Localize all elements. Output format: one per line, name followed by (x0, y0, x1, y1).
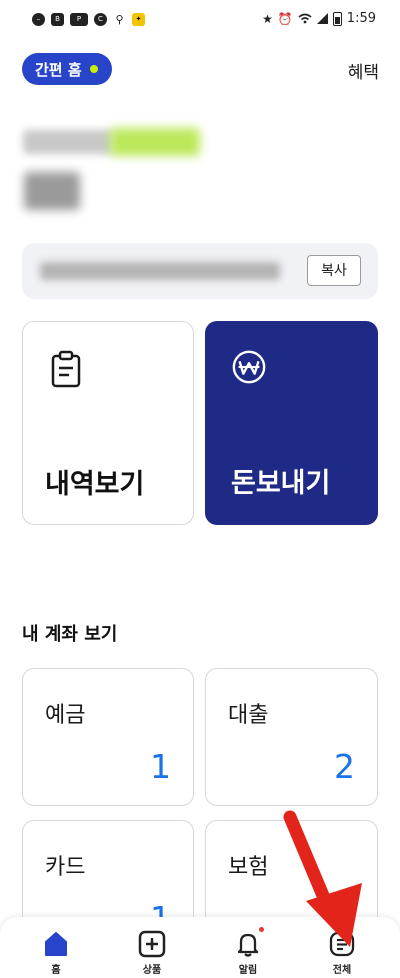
deposit-card[interactable]: 예금 1 (22, 668, 194, 806)
won-coin-icon (232, 350, 266, 384)
nav-home-label: 홈 (51, 965, 61, 976)
send-money-card[interactable]: 돈보내기 (205, 321, 378, 525)
bike-icon: ⚲ (115, 13, 124, 26)
minus-circle-icon: – (32, 13, 45, 26)
send-money-label: 돈보내기 (231, 468, 331, 499)
easy-home-mode-button[interactable]: 간편 홈 (22, 53, 112, 85)
home-icon (45, 932, 67, 956)
loan-label: 대출 (228, 703, 269, 728)
insurance-label: 보험 (228, 855, 269, 880)
nav-home[interactable]: 홈 (26, 917, 86, 978)
red-arrow-annotation (283, 810, 362, 947)
card-label: 카드 (45, 855, 86, 880)
yellow-app-icon: ✦ (132, 13, 145, 26)
battery-icon (332, 11, 342, 26)
nav-products-label: 상품 (142, 965, 162, 976)
status-time: 1:59 (346, 11, 376, 26)
c-icon: C (94, 13, 107, 26)
benefit-link[interactable]: 혜택 (348, 58, 379, 83)
wifi-icon (298, 13, 312, 24)
alarm-icon: ⏰ (277, 11, 293, 26)
nav-notifications-label: 알림 (238, 965, 258, 976)
nav-products[interactable]: 상품 (122, 917, 182, 978)
status-icons-right: ★ ⏰ 1:59 (262, 11, 376, 26)
mode-label: 간편 홈 (35, 60, 82, 79)
account-number-box: 복사 (22, 243, 378, 299)
loan-card[interactable]: 대출 2 (205, 668, 378, 806)
history-card[interactable]: 내역보기 (22, 321, 194, 525)
blurred-balance (24, 172, 80, 210)
plus-square-icon (138, 930, 166, 958)
copy-button[interactable]: 복사 (307, 255, 361, 286)
bell-icon (237, 933, 259, 957)
nav-all-menu-label: 전체 (332, 965, 352, 976)
blurred-account-name (23, 130, 113, 154)
loan-count: 2 (334, 747, 355, 786)
deposit-label: 예금 (45, 703, 86, 728)
deposit-count: 1 (150, 747, 171, 786)
clipboard-icon (51, 350, 81, 388)
blurred-account-highlight (110, 128, 200, 156)
pass-icon: P (70, 13, 88, 26)
signal-icon (316, 13, 328, 24)
status-icons-left: – B P C ⚲ ✦ (32, 13, 145, 26)
nav-notifications[interactable]: 알림 (218, 917, 278, 978)
blurred-account-number (40, 262, 280, 280)
notification-dot (259, 927, 264, 932)
my-accounts-title: 내 계좌 보기 (22, 624, 118, 645)
status-bar: – B P C ⚲ ✦ ★ ⏰ 1:59 (0, 0, 400, 40)
b-icon: B (51, 13, 64, 26)
mode-indicator-dot (89, 65, 98, 73)
star-icon: ★ (262, 11, 273, 26)
history-label: 내역보기 (45, 469, 145, 500)
